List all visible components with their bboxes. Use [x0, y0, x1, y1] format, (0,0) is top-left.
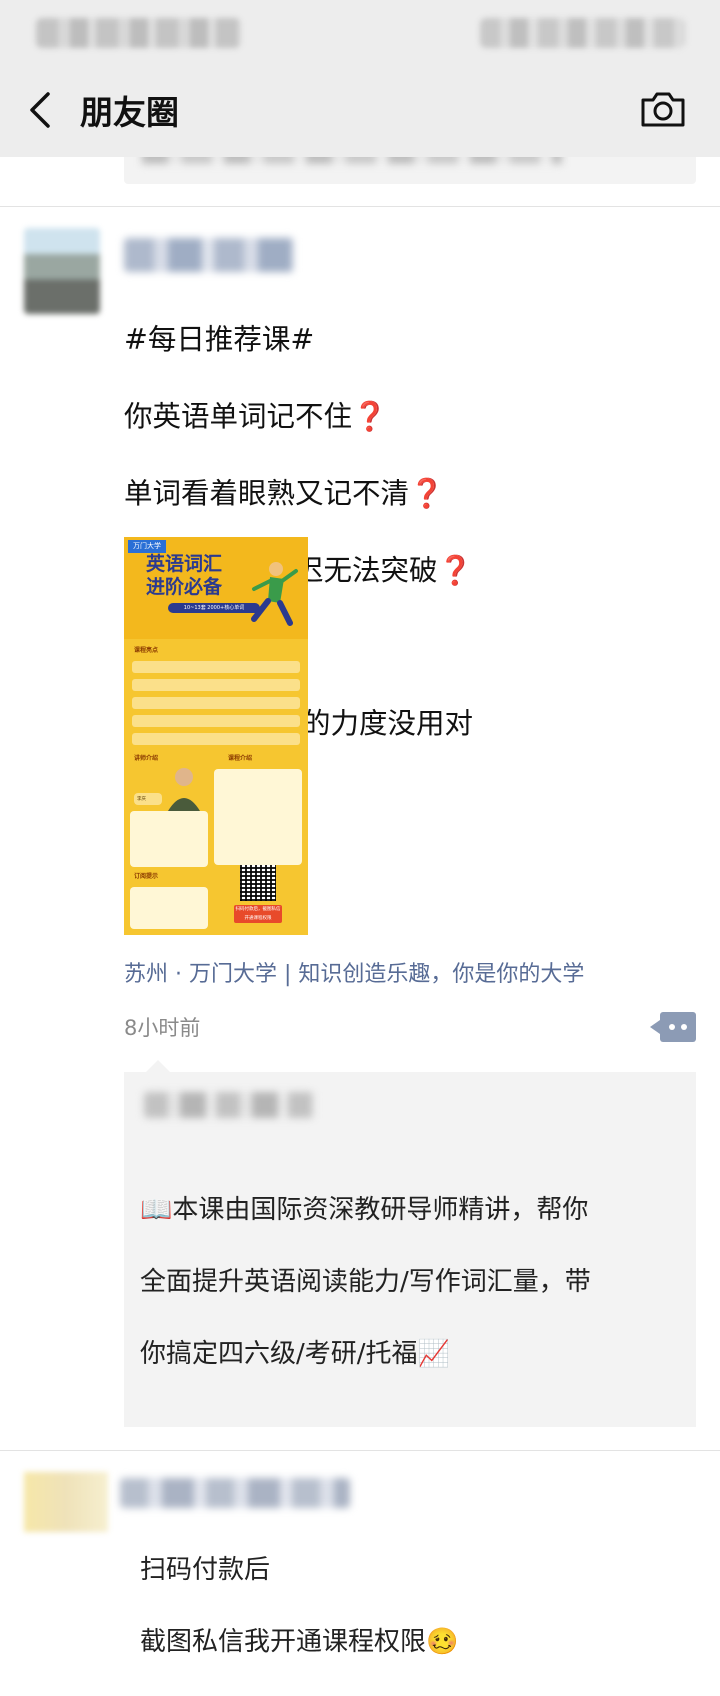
comment-line: 扫码付款后 [140, 1555, 271, 1585]
poster-section-features: 课程亮点 [134, 647, 159, 654]
poster-feature-row [132, 733, 300, 745]
post-line: 单词看着眼熟又记不清❓ [124, 476, 445, 510]
navigation-bar: 朋友圈 [0, 62, 720, 157]
dot-icon [669, 1024, 675, 1030]
status-bar [0, 0, 720, 62]
poster-section-intro: 课程介绍 [228, 755, 253, 762]
poster-section-subscribe: 订阅提示 [134, 873, 159, 880]
status-bar-right-blurred [480, 18, 685, 48]
comment-line: 你搞定四六级/考研/托福📈 [140, 1339, 450, 1369]
comment-text[interactable]: 📖本课由国际资深教研导师精讲，帮你 全面提升英语阅读能力/写作词汇量，带 你搞定… [140, 1156, 680, 1696]
poster-title: 英语词汇 进阶必备 [146, 553, 223, 598]
qr-code[interactable] [240, 865, 276, 901]
poster-feature-row [132, 679, 300, 691]
more-actions-button[interactable] [650, 1012, 696, 1042]
comment-line [140, 1408, 680, 1444]
post-line: #每日推荐课# [124, 322, 315, 356]
commenter-name-blurred[interactable] [144, 1092, 314, 1118]
post-timestamp: 8小时前 [124, 1016, 201, 1040]
qr-note: 扫码付款后，截图私信开通课程权限 [234, 905, 282, 923]
comment-line: 截图私信我开通课程权限🥴 [140, 1627, 459, 1657]
post-divider [0, 206, 720, 207]
teacher-name-tag: 李庆 [134, 793, 162, 805]
camera-icon[interactable] [640, 90, 686, 128]
author-name-blurred[interactable] [124, 238, 294, 272]
comment-line: 全面提升英语阅读能力/写作词汇量，带 [140, 1267, 591, 1297]
post-divider [0, 1450, 720, 1451]
poster-feature-row [132, 697, 300, 709]
comment-line: 📖本课由国际资深教研导师精讲，帮你 [140, 1195, 589, 1225]
course-poster-image[interactable]: 万门大学 英语词汇 进阶必备 10~13套 2000+核心单词 课程亮点 讲师介… [124, 537, 308, 935]
next-post-author-blurred[interactable] [120, 1478, 350, 1508]
avatar[interactable] [24, 228, 100, 314]
teacher-bio [130, 811, 208, 867]
running-student-illustration [251, 562, 298, 626]
subscribe-info [130, 887, 208, 929]
poster-feature-row [132, 661, 300, 673]
post-line: 你英语单词记不住❓ [124, 399, 388, 433]
page-title: 朋友圈 [80, 93, 179, 132]
course-intro [214, 769, 302, 865]
poster-logo: 万门大学 [128, 540, 166, 553]
dot-icon [681, 1024, 687, 1030]
chevron-left-icon[interactable] [24, 90, 58, 130]
status-bar-left-blurred [36, 18, 241, 48]
teacher-photo [168, 768, 200, 811]
poster-section-teacher: 讲师介绍 [134, 755, 159, 762]
comment-box: 📖本课由国际资深教研导师精讲，帮你 全面提升英语阅读能力/写作词汇量，带 你搞定… [124, 1060, 696, 1657]
poster-feature-row [132, 715, 300, 727]
location-link[interactable]: 苏州 · 万门大学 | 知识创造乐趣，你是你的大学 [124, 956, 584, 988]
next-post-avatar[interactable] [24, 1472, 108, 1532]
